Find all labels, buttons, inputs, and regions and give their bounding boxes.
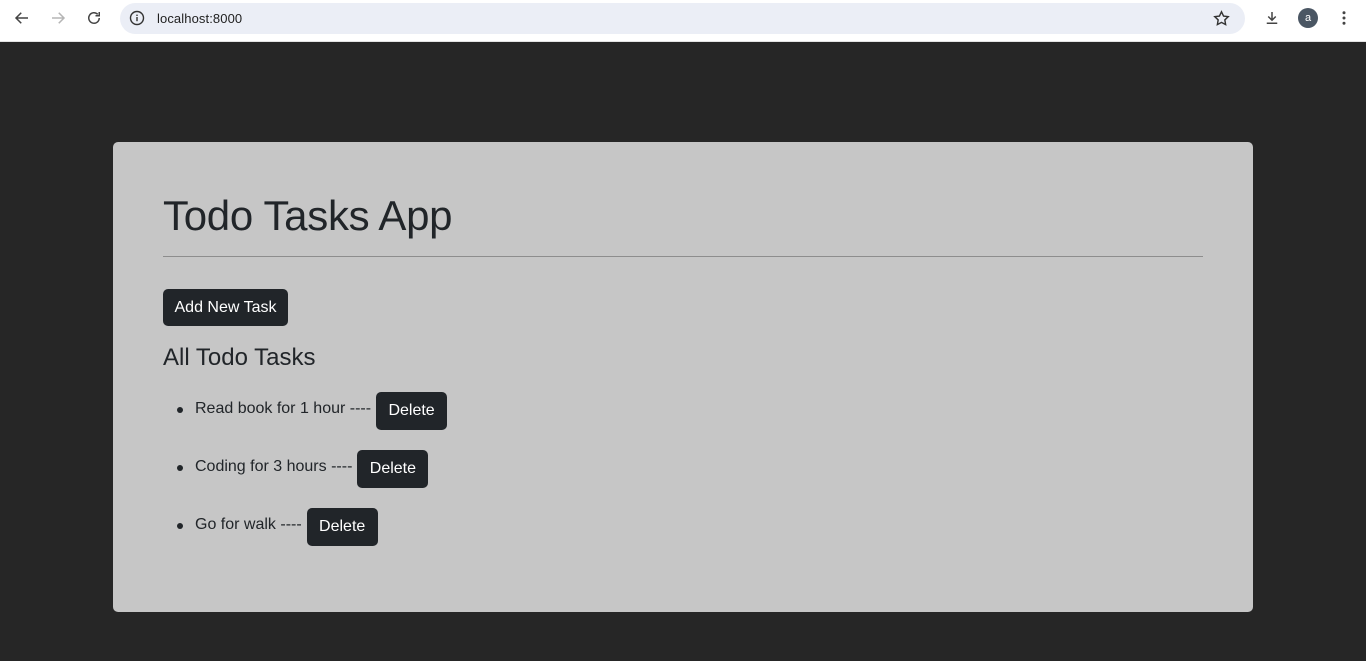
browser-toolbar: localhost:8000 a xyxy=(0,0,1366,42)
delete-button[interactable]: Delete xyxy=(357,450,429,488)
page-title: Todo Tasks App xyxy=(163,192,453,239)
task-item: Go for walk ---- Delete xyxy=(163,508,447,566)
forward-icon[interactable] xyxy=(42,5,74,31)
bullet-icon xyxy=(177,523,183,529)
delete-button[interactable]: Delete xyxy=(306,508,378,546)
reload-icon[interactable] xyxy=(78,5,110,31)
back-icon[interactable] xyxy=(6,5,38,31)
task-list: Read book for 1 hour ---- Delete Coding … xyxy=(163,392,448,566)
task-text: Go for walk ---- xyxy=(195,516,302,533)
address-bar[interactable]: localhost:8000 xyxy=(120,3,1245,34)
url-text[interactable]: localhost:8000 xyxy=(157,11,242,26)
info-icon[interactable] xyxy=(129,10,145,26)
task-item: Read book for 1 hour ---- Delete xyxy=(163,392,448,450)
bullet-icon xyxy=(177,407,183,413)
todo-card: Todo Tasks App Add New Task All Todo Tas… xyxy=(113,142,1253,612)
star-icon[interactable] xyxy=(1212,9,1231,28)
task-text: Coding for 3 hours ---- xyxy=(195,458,353,475)
bullet-icon xyxy=(177,465,183,471)
delete-button[interactable]: Delete xyxy=(376,392,448,430)
add-new-task-button[interactable]: Add New Task xyxy=(163,289,288,326)
kebab-menu-icon[interactable] xyxy=(1328,5,1360,31)
divider xyxy=(163,256,1203,257)
profile-avatar[interactable]: a xyxy=(1298,8,1318,28)
download-icon[interactable] xyxy=(1256,5,1288,31)
tasks-heading: All Todo Tasks xyxy=(163,344,316,371)
task-item: Coding for 3 hours ---- Delete xyxy=(163,450,447,508)
task-text: Read book for 1 hour ---- xyxy=(195,400,372,417)
